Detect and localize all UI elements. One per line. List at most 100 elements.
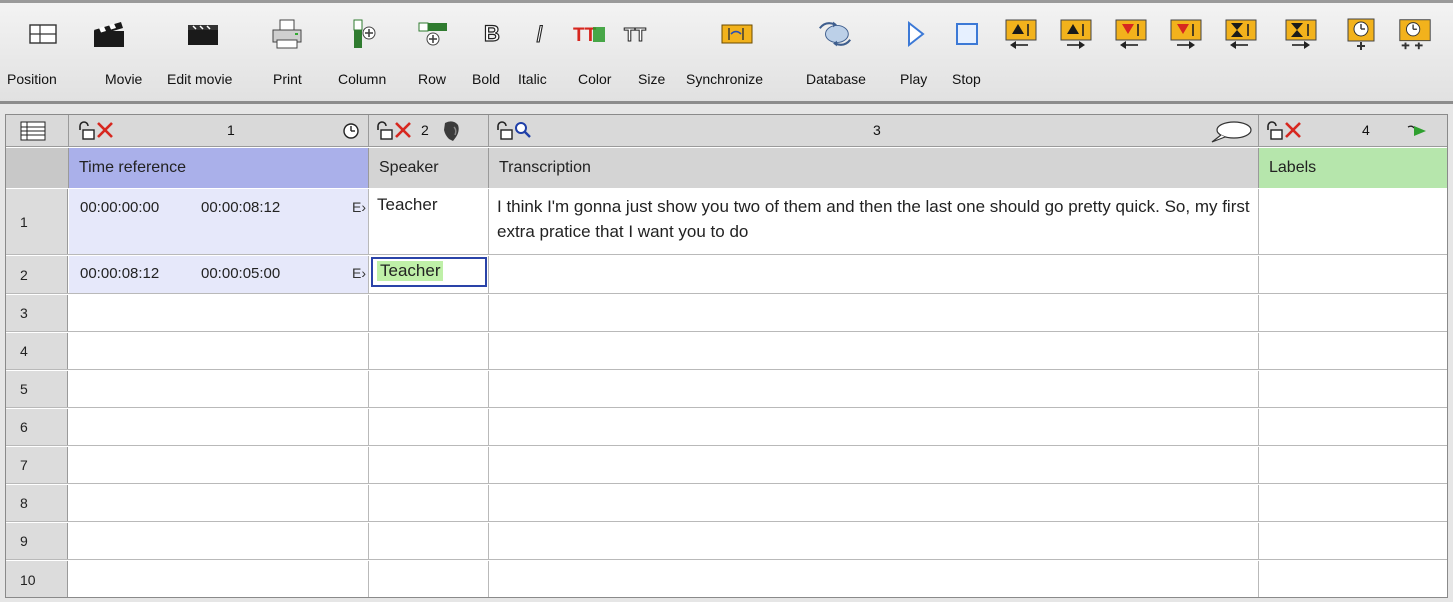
row-number[interactable]: 5 (6, 371, 68, 407)
transcription-cell[interactable] (489, 447, 1259, 483)
row-number[interactable]: 3 (6, 295, 68, 331)
database-icon[interactable] (816, 17, 854, 51)
synchronize-icon[interactable] (718, 17, 756, 51)
table-row[interactable]: 8 (6, 485, 1447, 522)
insert-before-right-icon[interactable] (1057, 17, 1095, 51)
size-button[interactable]: Size (638, 71, 665, 87)
column-header-speaker[interactable]: Speaker (369, 148, 489, 188)
row-number[interactable]: 6 (6, 409, 68, 445)
table-row[interactable]: 4 (6, 333, 1447, 370)
labels-cell[interactable] (1259, 561, 1447, 597)
comment-bubble-icon[interactable] (1209, 120, 1253, 144)
speaker-cell-selected[interactable]: Teacher (369, 256, 489, 293)
row-number[interactable]: 10 (6, 561, 68, 597)
position-button[interactable]: Position (7, 71, 57, 87)
bold-icon[interactable]: B (473, 17, 511, 51)
add-time-icon[interactable] (1342, 17, 1380, 51)
insert-before-left-icon[interactable] (1002, 17, 1040, 51)
color-button[interactable]: Color (578, 71, 611, 87)
stop-button[interactable]: Stop (952, 71, 981, 87)
speaker-cell[interactable] (369, 371, 489, 407)
position-icon[interactable] (24, 17, 62, 51)
italic-button[interactable]: Italic (518, 71, 547, 87)
time-reference-cell[interactable] (69, 371, 369, 407)
movie-icon[interactable] (90, 17, 128, 51)
edit-movie-icon[interactable] (184, 17, 222, 51)
time-reference-cell[interactable] (69, 333, 369, 369)
transcription-cell[interactable] (489, 371, 1259, 407)
unlock-icon[interactable] (375, 121, 395, 141)
time-reference-cell[interactable] (69, 295, 369, 331)
time-reference-cell[interactable] (69, 523, 369, 559)
table-row[interactable]: 9 (6, 523, 1447, 560)
no-edit-icon[interactable] (393, 120, 413, 140)
bold-button[interactable]: Bold (472, 71, 500, 87)
transcription-cell[interactable] (489, 409, 1259, 445)
cell-selection-box[interactable]: Teacher (371, 257, 487, 287)
speaker-name-editing[interactable]: Teacher (377, 261, 444, 281)
labels-cell[interactable] (1259, 333, 1447, 369)
transcription-cell[interactable] (489, 256, 1259, 293)
unlock-icon[interactable] (495, 121, 515, 141)
transcription-cell[interactable] (489, 485, 1259, 521)
no-edit-icon[interactable] (95, 120, 115, 140)
labels-cell[interactable] (1259, 256, 1447, 293)
speaker-cell[interactable]: Teacher (369, 189, 489, 254)
timeline-right-icon[interactable] (1282, 17, 1320, 51)
add-time-double-icon[interactable] (1396, 17, 1434, 51)
insert-after-left-icon[interactable] (1112, 17, 1150, 51)
database-button[interactable]: Database (806, 71, 866, 87)
insert-after-right-icon[interactable] (1167, 17, 1205, 51)
labels-cell[interactable] (1259, 485, 1447, 521)
row-number[interactable]: 4 (6, 333, 68, 369)
stop-icon[interactable] (948, 17, 986, 51)
size-icon[interactable]: TT (621, 17, 659, 51)
row-number[interactable]: 1 (6, 189, 68, 254)
row-icon[interactable] (414, 17, 452, 51)
labels-cell[interactable] (1259, 523, 1447, 559)
synchronize-button[interactable]: Synchronize (686, 71, 763, 87)
table-row[interactable]: 1 00:00:00:00 00:00:08:12 E› Teacher I t… (6, 189, 1447, 255)
label-tag-icon[interactable] (1406, 123, 1430, 139)
speaker-face-icon[interactable] (439, 119, 463, 143)
column-button[interactable]: Column (338, 71, 386, 87)
transcription-cell[interactable] (489, 561, 1259, 597)
column-header-transcription[interactable]: Transcription (489, 148, 1259, 188)
speaker-cell[interactable] (369, 523, 489, 559)
row-number[interactable]: 9 (6, 523, 68, 559)
table-row[interactable]: 7 (6, 447, 1447, 484)
speaker-cell[interactable] (369, 485, 489, 521)
labels-cell[interactable] (1259, 447, 1447, 483)
color-icon[interactable]: TT (571, 17, 609, 51)
time-reference-cell[interactable]: 00:00:00:00 00:00:08:12 E› (69, 189, 369, 254)
labels-cell[interactable] (1259, 295, 1447, 331)
unlock-icon[interactable] (1265, 121, 1285, 141)
timeline-left-icon[interactable] (1222, 17, 1260, 51)
clock-icon[interactable] (342, 122, 360, 140)
transcription-cell[interactable] (489, 295, 1259, 331)
play-button[interactable]: Play (900, 71, 927, 87)
table-row[interactable]: 10 (6, 561, 1447, 597)
labels-cell[interactable] (1259, 409, 1447, 445)
play-icon[interactable] (896, 17, 934, 51)
table-row[interactable]: 6 (6, 409, 1447, 446)
column-header-time-reference[interactable]: Time reference (69, 148, 369, 188)
table-row[interactable]: 2 00:00:08:12 00:00:05:00 E› Teacher (6, 256, 1447, 294)
column-header-labels[interactable]: Labels (1259, 148, 1447, 188)
transcription-cell[interactable]: I think I'm gonna just show you two of t… (489, 189, 1259, 254)
time-reference-cell[interactable] (69, 561, 369, 597)
print-button[interactable]: Print (273, 71, 302, 87)
row-number[interactable]: 8 (6, 485, 68, 521)
labels-cell[interactable] (1259, 371, 1447, 407)
movie-button[interactable]: Movie (105, 71, 142, 87)
row-button[interactable]: Row (418, 71, 446, 87)
transcription-cell[interactable] (489, 523, 1259, 559)
speaker-cell[interactable] (369, 295, 489, 331)
print-icon[interactable] (268, 17, 306, 51)
speaker-cell[interactable] (369, 561, 489, 597)
speaker-cell[interactable] (369, 447, 489, 483)
speaker-cell[interactable] (369, 333, 489, 369)
transcription-cell[interactable] (489, 333, 1259, 369)
edit-movie-button[interactable]: Edit movie (167, 71, 232, 87)
table-row[interactable]: 3 (6, 295, 1447, 332)
